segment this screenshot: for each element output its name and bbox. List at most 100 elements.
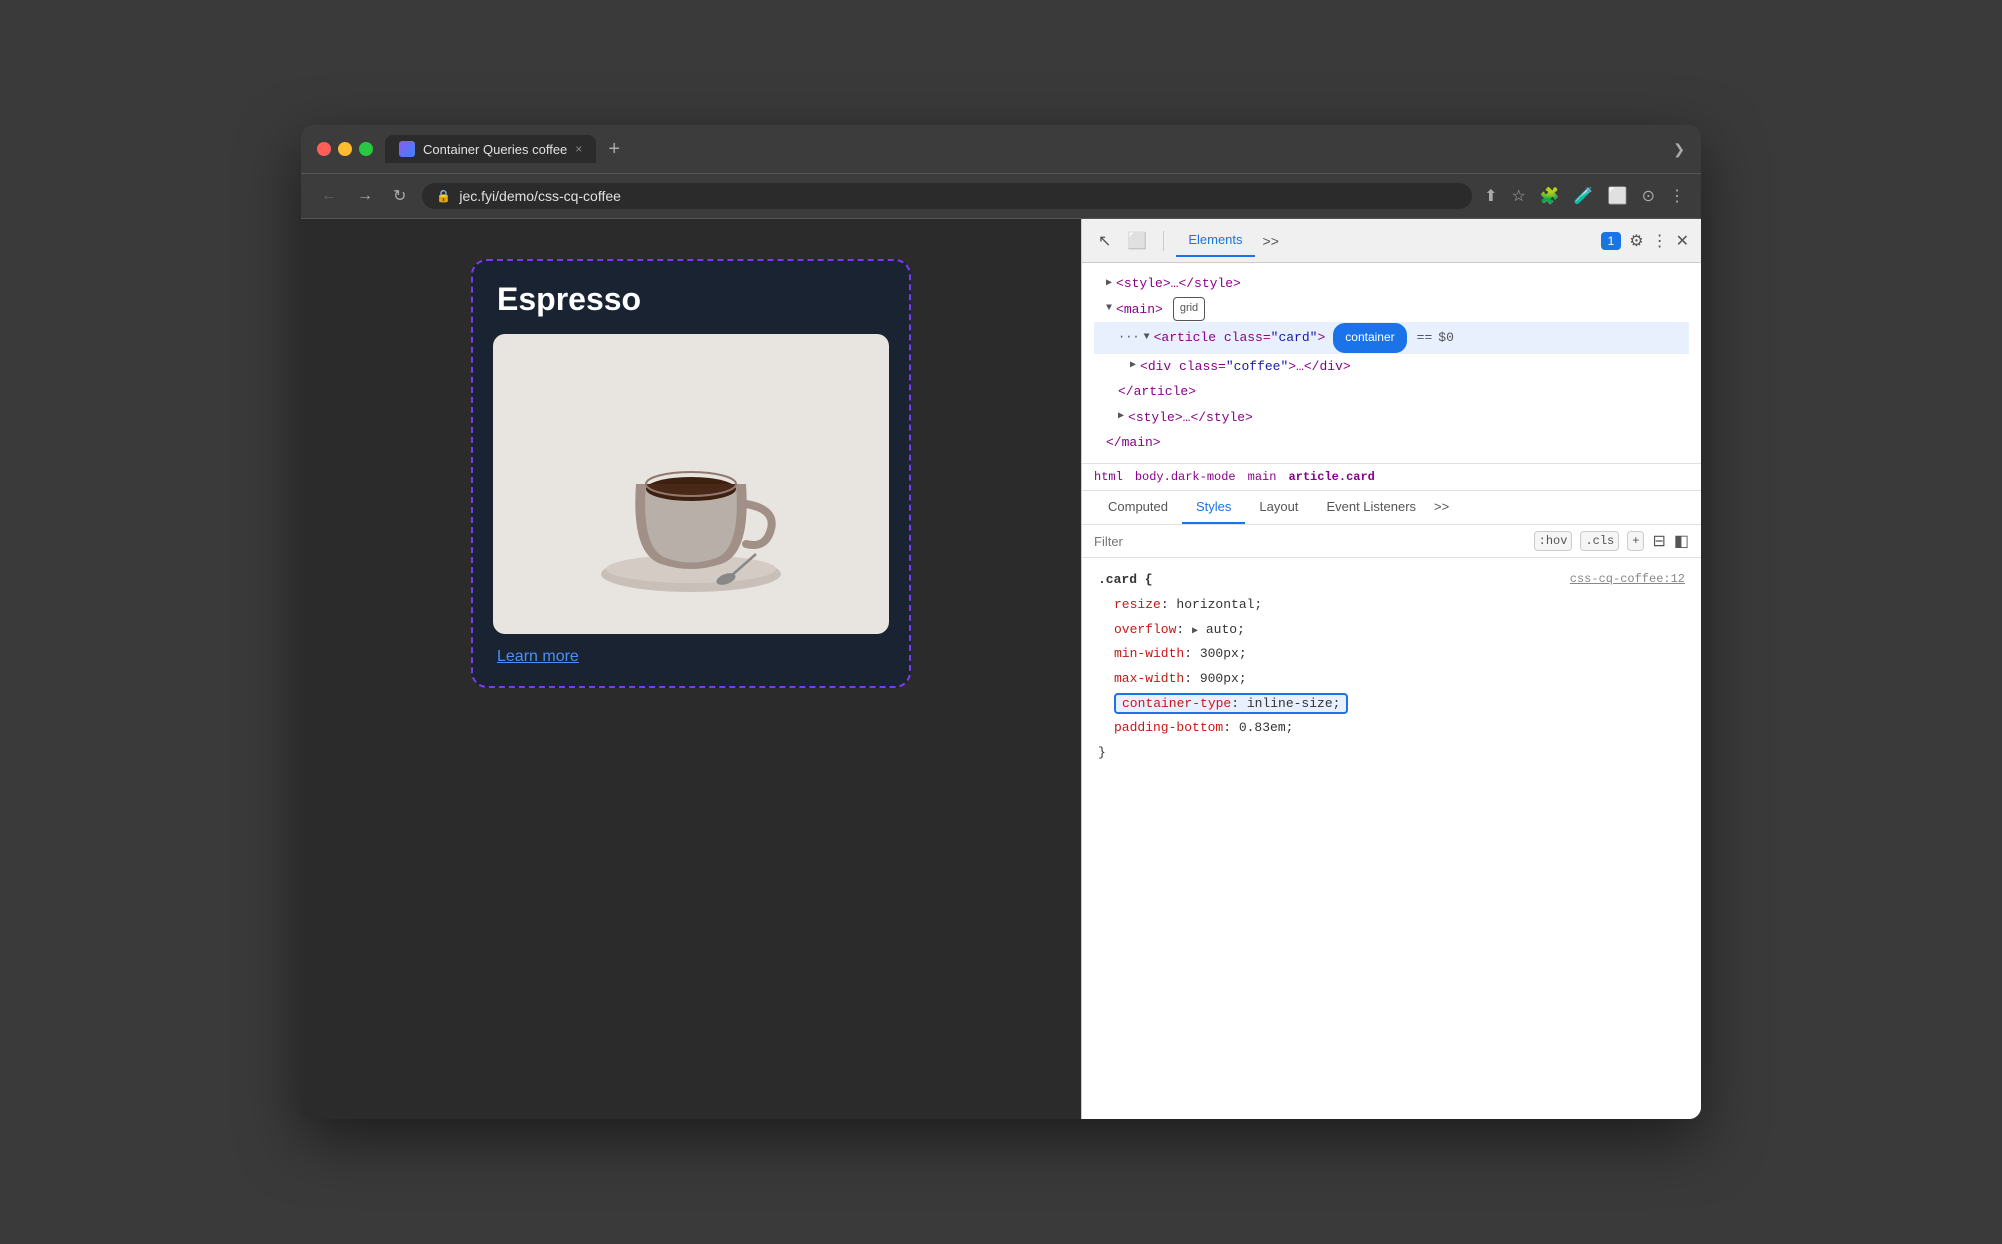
filter-bar: :hov .cls + ⊟ ◧: [1082, 525, 1701, 558]
style-prop-maxwidth: max-width: 900px;: [1098, 667, 1685, 692]
style-selector: .card {: [1098, 572, 1153, 587]
collapse-div-icon[interactable]: ▶: [1130, 357, 1136, 375]
equals-sign: ==: [1417, 326, 1433, 349]
breadcrumb-body[interactable]: body.dark-mode: [1135, 470, 1236, 484]
collapse-main-icon[interactable]: ▼: [1106, 300, 1112, 318]
close-button[interactable]: [317, 142, 331, 156]
inspect-cursor-icon[interactable]: ↖: [1094, 227, 1115, 255]
dom-tree: ▶ <style>…</style> ▼ <main> grid ··· ▼ <…: [1082, 263, 1701, 464]
dom-main-line[interactable]: ▼ <main> grid: [1094, 296, 1689, 322]
extensions-icon[interactable]: 🧩: [1540, 186, 1560, 206]
tab-title: Container Queries coffee: [423, 142, 567, 157]
share-icon[interactable]: ⬆: [1484, 186, 1497, 206]
dom-main-close-line: </main>: [1094, 430, 1689, 455]
style-prop-resize: resize: horizontal;: [1098, 593, 1685, 618]
add-style-button[interactable]: +: [1627, 531, 1644, 551]
style-prop-container-type: container-type: inline-size;: [1098, 692, 1685, 717]
back-button[interactable]: ←: [317, 183, 341, 209]
elements-tab[interactable]: Elements: [1176, 224, 1254, 257]
filter-input[interactable]: [1094, 534, 1526, 549]
style-prop-padding-bottom: padding-bottom: 0.83em;: [1098, 716, 1685, 741]
learn-more-link[interactable]: Learn more: [493, 648, 889, 666]
devtools-panel: ↖ ⬜ Elements >> 1 ⚙ ⋮ ✕ ▶ <style>…</styl…: [1081, 219, 1701, 1119]
breadcrumb-html[interactable]: html: [1094, 470, 1123, 484]
active-tab[interactable]: Container Queries coffee ×: [385, 135, 596, 163]
minimize-button[interactable]: [338, 142, 352, 156]
dom-dots-icon[interactable]: ···: [1118, 327, 1140, 349]
container-badge[interactable]: container: [1333, 323, 1406, 353]
hov-button[interactable]: :hov: [1534, 531, 1573, 551]
breadcrumb-main[interactable]: main: [1248, 470, 1277, 484]
collapse-style2-icon[interactable]: ▶: [1118, 408, 1124, 426]
dom-article-line[interactable]: ··· ▼ <article class="card"> container =…: [1094, 322, 1689, 354]
bookmark-icon[interactable]: ☆: [1511, 186, 1525, 206]
dom-div-coffee-line[interactable]: ▶ <div class="coffee">…</div>: [1094, 354, 1689, 379]
coffee-cup-illustration: [581, 354, 801, 614]
maximize-button[interactable]: [359, 142, 373, 156]
dom-article-tag: <article class="card">: [1154, 326, 1326, 349]
tab-close-icon[interactable]: ×: [575, 142, 582, 156]
style-rule-card: css-cq-coffee:12 .card { resize: horizon…: [1098, 568, 1685, 766]
devtools-more-icon[interactable]: ⋮: [1652, 231, 1668, 251]
tab-list-chevron-icon[interactable]: ❯: [1673, 141, 1685, 158]
content-area: Espresso: [301, 219, 1701, 1119]
tab-event-listeners[interactable]: Event Listeners: [1312, 491, 1430, 524]
page-preview: Espresso: [301, 219, 1081, 1119]
screenshot-icon[interactable]: ⊟: [1652, 531, 1665, 551]
dom-style-line[interactable]: ▶ <style>…</style>: [1094, 271, 1689, 296]
breadcrumb-bar: html body.dark-mode main article.card: [1082, 464, 1701, 491]
breadcrumb-article[interactable]: article.card: [1288, 470, 1374, 484]
settings-gear-icon[interactable]: ⚙: [1629, 231, 1643, 251]
nav-actions: ⬆ ☆ 🧩 🧪 ⬜ ⊙ ⋮: [1484, 186, 1685, 206]
devtools-close-icon[interactable]: ✕: [1676, 231, 1689, 251]
lock-icon: 🔒: [436, 189, 451, 203]
notifications-badge[interactable]: 1: [1601, 232, 1622, 250]
lab-icon[interactable]: 🧪: [1574, 186, 1594, 206]
dom-style2-tag: <style>…</style>: [1128, 406, 1253, 429]
dollar-zero-label: $0: [1438, 326, 1454, 349]
style-source[interactable]: css-cq-coffee:12: [1570, 568, 1685, 591]
toolbar-separator: [1163, 231, 1164, 251]
collapse-article-icon[interactable]: ▼: [1144, 329, 1150, 347]
container-type-highlight: container-type: inline-size;: [1114, 693, 1348, 714]
cls-button[interactable]: .cls: [1580, 531, 1619, 551]
reload-button[interactable]: ↻: [389, 182, 410, 210]
card-title: Espresso: [493, 281, 889, 318]
tab-bar: Container Queries coffee × + ❯: [385, 135, 1685, 163]
overflow-triangle-icon[interactable]: ▶: [1192, 626, 1198, 637]
tab-styles[interactable]: Styles: [1182, 491, 1245, 524]
filter-actions: :hov .cls + ⊟ ◧: [1534, 531, 1689, 551]
window-icon[interactable]: ⬜: [1608, 186, 1628, 206]
devtools-tabs-more[interactable]: >>: [1263, 233, 1279, 249]
style-prop-overflow: overflow: ▶ auto;: [1098, 618, 1685, 643]
dom-article-close-tag: </article>: [1118, 380, 1196, 403]
traffic-lights: [317, 142, 373, 156]
tab-favicon-icon: [399, 141, 415, 157]
address-text: jec.fyi/demo/css-cq-coffee: [459, 188, 621, 204]
browser-window: Container Queries coffee × + ❯ ← → ↻ 🔒 j…: [301, 125, 1701, 1119]
card-container: Espresso: [471, 259, 911, 688]
inspect-box-icon[interactable]: ⬜: [1123, 227, 1151, 255]
style-close-brace: }: [1098, 745, 1106, 760]
panel-tabs-more[interactable]: >>: [1430, 491, 1453, 524]
address-bar[interactable]: 🔒 jec.fyi/demo/css-cq-coffee: [422, 183, 1472, 209]
profile-icon[interactable]: ⊙: [1642, 186, 1655, 206]
nav-bar: ← → ↻ 🔒 jec.fyi/demo/css-cq-coffee ⬆ ☆ 🧩…: [301, 174, 1701, 219]
tab-computed[interactable]: Computed: [1094, 491, 1182, 524]
title-bar: Container Queries coffee × + ❯: [301, 125, 1701, 174]
dom-main-close-tag: </main>: [1106, 431, 1161, 454]
more-menu-icon[interactable]: ⋮: [1669, 186, 1685, 206]
sidebar-toggle-icon[interactable]: ◧: [1674, 531, 1689, 551]
new-tab-button[interactable]: +: [604, 138, 624, 161]
coffee-image-area: [493, 334, 889, 634]
dom-style2-line[interactable]: ▶ <style>…</style>: [1094, 405, 1689, 430]
forward-button[interactable]: →: [353, 183, 377, 209]
dom-main-tag: <main>: [1116, 298, 1163, 321]
styles-area: css-cq-coffee:12 .card { resize: horizon…: [1082, 558, 1701, 1119]
tab-layout[interactable]: Layout: [1245, 491, 1312, 524]
collapse-triangle-icon[interactable]: ▶: [1106, 275, 1112, 293]
panel-tabs: Computed Styles Layout Event Listeners >…: [1082, 491, 1701, 525]
dom-style-tag: <style>…</style>: [1116, 272, 1241, 295]
dom-div-tag: <div class="coffee">…</div>: [1140, 355, 1351, 378]
grid-badge: grid: [1173, 297, 1205, 321]
